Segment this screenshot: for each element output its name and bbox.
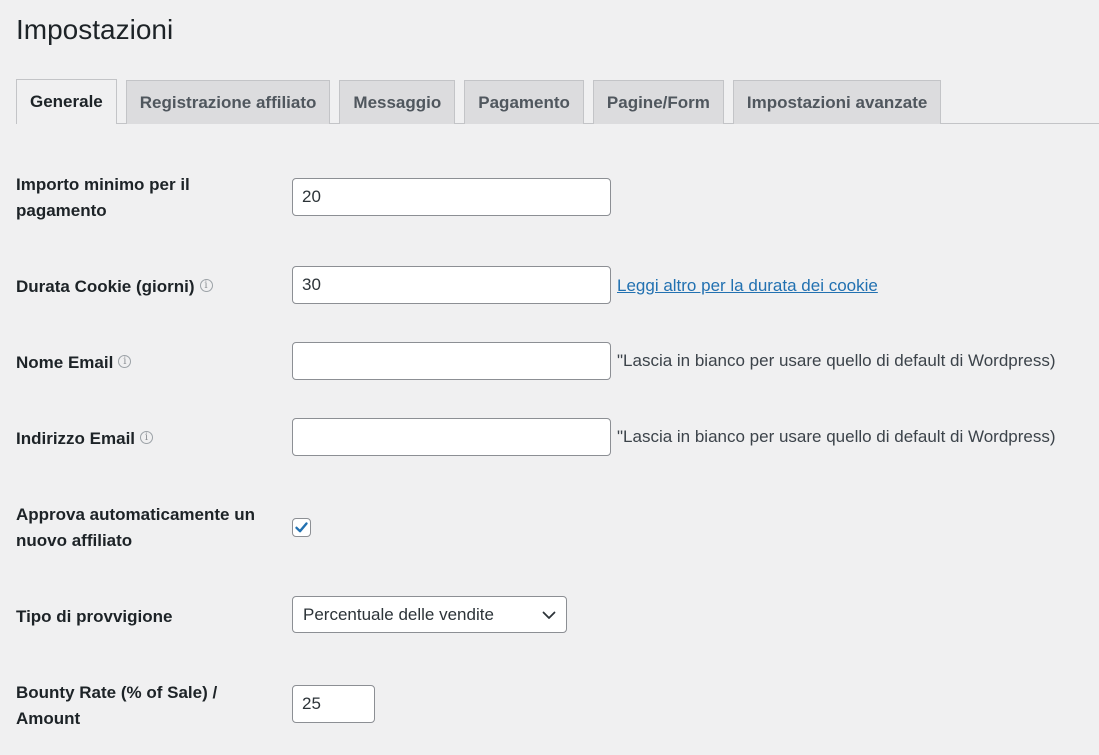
auto-approve-label: Approva automaticamente un nuovo affilia… [16,505,255,550]
info-icon[interactable]: i [118,355,132,368]
tab-pagamento[interactable]: Pagamento [464,80,584,124]
cookie-duration-input[interactable]: 30 [292,266,611,304]
info-icon[interactable]: i [199,279,213,292]
tab-impostazioni-avanzate[interactable]: Impostazioni avanzate [732,80,942,124]
checkmark-icon [295,522,308,533]
tab-messaggio[interactable]: Messaggio [339,80,456,124]
cookie-duration-label-wrap: Durata Cookie (giorni) i [16,274,276,300]
tab-generale[interactable]: Generale [16,79,117,124]
tab-registrazione-affiliato[interactable]: Registrazione affiliato [125,80,331,124]
chevron-down-icon [542,611,556,619]
bounty-rate-input[interactable]: 25 [292,685,375,723]
commission-type-select[interactable]: Percentuale delle vendite [292,596,567,633]
settings-tabs: Generale Registrazione affiliato Messagg… [16,79,950,124]
min-payout-input[interactable]: 20 [292,178,611,216]
settings-page: Impostazioni Generale Registrazione affi… [0,0,1099,755]
info-icon[interactable]: i [140,431,154,444]
bounty-rate-label: Bounty Rate (% of Sale) / Amount [16,683,218,728]
email-name-label: Nome Email [16,353,114,372]
email-address-label-wrap: Indirizzo Email i [16,426,276,452]
commission-type-selected: Percentuale delle vendite [303,605,494,624]
email-address-note: "Lascia in bianco per usare quello di de… [617,427,1056,446]
email-name-label-wrap: Nome Email i [16,350,276,376]
min-payout-label: Importo minimo per il pagamento [16,175,190,220]
email-name-input[interactable] [292,342,611,380]
commission-type-label: Tipo di provvigione [16,607,173,626]
tab-pagine-form[interactable]: Pagine/Form [592,80,724,124]
cookie-duration-link[interactable]: Leggi altro per la durata dei cookie [617,276,878,295]
page-title: Impostazioni [16,14,174,45]
email-name-note: "Lascia in bianco per usare quello di de… [617,351,1056,370]
email-address-label: Indirizzo Email [16,429,136,448]
cookie-duration-label: Durata Cookie (giorni) [16,277,195,296]
email-address-input[interactable] [292,418,611,456]
auto-approve-checkbox[interactable] [292,518,311,537]
